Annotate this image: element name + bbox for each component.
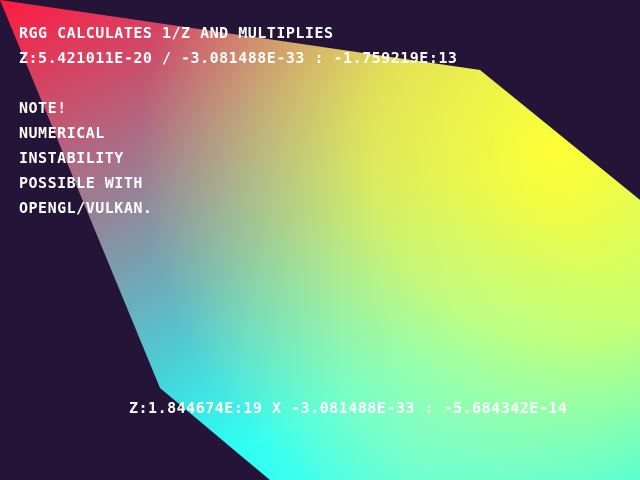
note-line: possible with [19,174,143,192]
header-text: RGG calculates 1/Z and multiplies Z:5.421… [19,21,457,71]
note-line: Numerical [19,124,105,142]
note-title: NOTE! [19,99,67,117]
note-line: OpenGL/Vulkan. [19,199,153,217]
footer-calculation: Z:1.844674e:19 x -3.081488e-33 : -5.6843… [129,399,568,417]
note-text: NOTE! Numerical instability possible with Op… [19,96,152,221]
header-calculation: Z:5.421011e-20 / -3.081488e-33 : -1.7592… [19,49,458,67]
header-title: RGG calculates 1/Z and multiplies [19,24,334,42]
note-line: instability [19,149,124,167]
